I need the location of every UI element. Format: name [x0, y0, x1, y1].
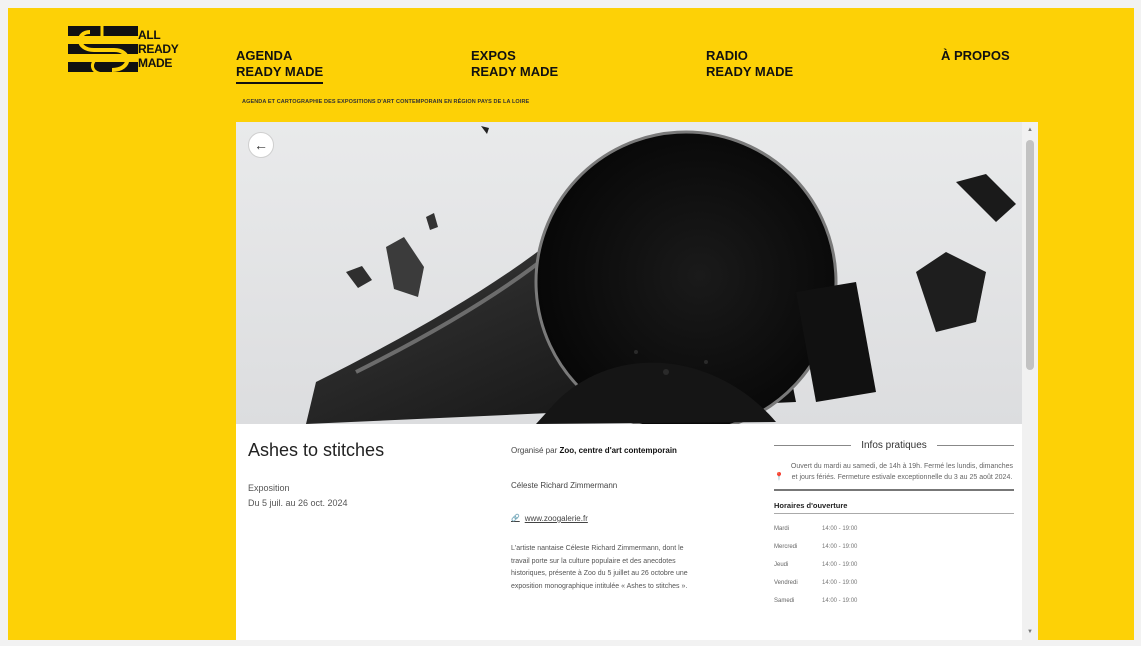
nav-radio[interactable]: RADIO READY MADE — [706, 48, 793, 80]
hours-time: 14:00 - 19:00 — [822, 562, 858, 568]
event-title: Ashes to stitches — [248, 440, 385, 460]
nav-radio-line2: READY MADE — [706, 64, 794, 79]
event-details: Organisé par Zoo, centre d'art contempor… — [511, 444, 701, 593]
hours-day: Vendredi — [774, 580, 798, 586]
nav-expos[interactable]: EXPOS READY MADE — [471, 48, 558, 80]
hours-day: Mardi — [774, 526, 790, 532]
logo-line-1: ALL — [138, 28, 161, 42]
hours-row: Jeudi 14:00 - 19:00 — [774, 556, 1014, 574]
infos-body: 📍 Ouvert du mardi au samedi, de 14h à 19… — [774, 461, 1014, 483]
location-pin-icon: 📍 — [774, 472, 784, 481]
nav-a-propos-line2: À PROPOS — [941, 48, 1010, 63]
hours-day: Mercredi — [774, 544, 798, 550]
hours-day: Samedi — [774, 598, 795, 604]
panel-scrollbar[interactable]: ▲ ▼ — [1022, 122, 1038, 640]
nav-agenda-line1: AGENDA — [236, 48, 293, 63]
organizer-line: Organisé par Zoo, centre d'art contempor… — [511, 444, 701, 457]
scroll-down-arrow-icon[interactable]: ▼ — [1026, 628, 1034, 636]
event-type: Exposition — [248, 483, 290, 493]
infos-text: Ouvert du mardi au samedi, de 14h à 19h.… — [790, 463, 1014, 481]
scroll-up-arrow-icon[interactable]: ▲ — [1026, 126, 1034, 134]
organizer-prefix: Organisé par — [511, 446, 560, 455]
event-hero-image: ← — [236, 122, 1022, 424]
hero-artwork — [306, 126, 1016, 424]
hours-time: 14:00 - 19:00 — [822, 598, 858, 604]
hours-table: Mardi 14:00 - 19:00 Mercredi 14:00 - 19:… — [774, 520, 1014, 610]
hours-row: Mardi 14:00 - 19:00 — [774, 520, 1014, 538]
nav-a-propos[interactable]: À PROPOS — [941, 48, 1010, 64]
heading-rule-right — [936, 445, 1015, 446]
link-icon: 🔗 — [511, 515, 520, 522]
event-dates: Du 5 juil. au 26 oct. 2024 — [248, 498, 348, 508]
scrollbar-thumb[interactable] — [1026, 140, 1034, 370]
organizer-website-link[interactable]: 🔗 www.zoogalerie.fr — [511, 512, 701, 525]
infos-divider — [774, 489, 1014, 491]
nav-expos-line1: EXPOS — [471, 48, 516, 63]
hours-divider — [774, 513, 1014, 514]
nav-radio-line1: RADIO — [706, 48, 748, 63]
site-tagline: AGENDA ET CARTOGRAPHIE DES EXPOSITIONS D… — [242, 99, 530, 105]
page-frame: ALL READY MADE AGENDA READY MADE EXPOS R… — [8, 8, 1134, 640]
hours-time: 14:00 - 19:00 — [822, 580, 858, 586]
infos-heading-text: Infos pratiques — [861, 440, 927, 451]
hours-day: Jeudi — [774, 562, 789, 568]
event-description: L'artiste nantaise Céleste Richard Zimme… — [511, 545, 688, 590]
practical-info: Infos pratiques 📍 Ouvert du mardi au sam… — [774, 440, 1015, 610]
nav-agenda[interactable]: AGENDA READY MADE — [236, 48, 324, 84]
hours-row: Samedi 14:00 - 19:00 — [774, 592, 1014, 610]
hours-title: Horaires d'ouverture — [774, 501, 848, 510]
hours-row: Mercredi 14:00 - 19:00 — [774, 538, 1014, 556]
website-url: www.zoogalerie.fr — [524, 514, 588, 523]
event-panel: ← Ashes to stitches Exposition Du 5 juil… — [236, 122, 1038, 640]
organizer-name[interactable]: Zoo, centre d'art contemporain — [559, 446, 676, 455]
infos-heading: Infos pratiques — [774, 440, 1015, 451]
back-button[interactable]: ← — [248, 132, 274, 158]
event-summary: Ashes to stitches Exposition Du 5 juil. … — [248, 440, 488, 511]
hours-row: Vendredi 14:00 - 19:00 — [774, 574, 1014, 592]
main-nav: AGENDA READY MADE EXPOS READY MADE RADIO… — [8, 48, 1134, 98]
hours-time: 14:00 - 19:00 — [822, 544, 858, 550]
nav-expos-line2: READY MADE — [471, 64, 559, 79]
arrow-left-icon: ← — [254, 137, 268, 153]
artist-name: Céleste Richard Zimmermann — [511, 481, 618, 490]
hours-time: 14:00 - 19:00 — [822, 526, 858, 532]
heading-rule-left — [774, 445, 852, 446]
nav-agenda-line2: READY MADE — [236, 64, 324, 84]
